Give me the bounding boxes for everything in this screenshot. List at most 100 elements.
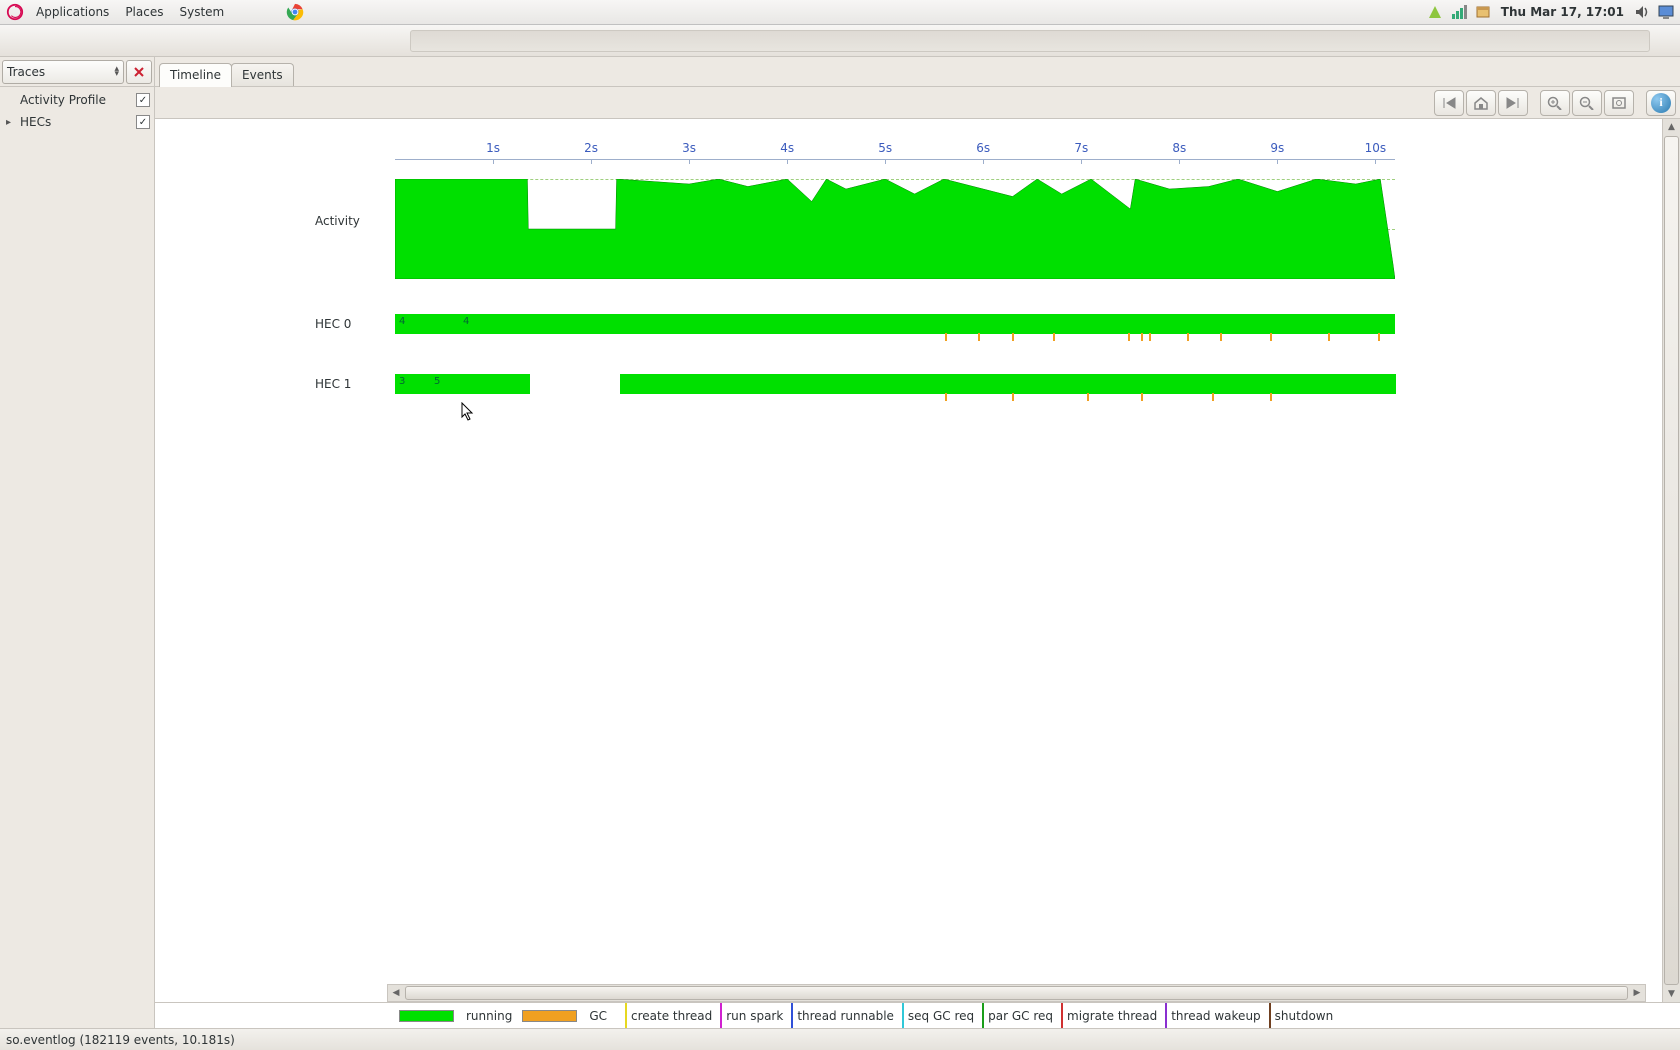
row-label-activity: Activity [315, 214, 360, 228]
time-tick-label: 10s [1365, 141, 1387, 155]
tree-row-activity-profile[interactable]: Activity Profile ✓ [0, 89, 154, 111]
zoom-in-icon [1547, 96, 1563, 110]
checkbox-activity[interactable]: ✓ [136, 93, 150, 107]
trace-tree: Activity Profile ✓ ▸ HECs ✓ [0, 87, 154, 1028]
time-tick-mark [885, 159, 886, 164]
nav-home-button[interactable] [1466, 90, 1496, 116]
hscroll-thumb[interactable] [405, 986, 1628, 1000]
info-button[interactable]: i [1646, 90, 1676, 116]
mouse-cursor-icon [461, 402, 475, 425]
timeline-canvas[interactable]: Activity HEC 0 HEC 1 1s2s3s4s5s6s7s8s9s1… [155, 119, 1662, 1002]
zoom-fit-icon [1611, 96, 1627, 110]
vscroll-down-icon[interactable]: ▼ [1663, 986, 1680, 1002]
gc-tick [1270, 393, 1272, 401]
vscroll-up-icon[interactable]: ▲ [1663, 119, 1680, 135]
gc-tick [1087, 393, 1089, 401]
debian-logo-icon[interactable] [6, 3, 24, 21]
legend-item-label: seq GC req [908, 1009, 974, 1023]
tray-volume-icon[interactable] [1634, 4, 1650, 20]
zoom-fit-button[interactable] [1604, 90, 1634, 116]
nav-last-button[interactable] [1498, 90, 1528, 116]
legend: running GC create threadrun sparkthread … [155, 1002, 1680, 1028]
hscrollbar[interactable]: ◀ ▶ [387, 984, 1646, 1002]
time-tick-label: 7s [1074, 141, 1088, 155]
gnome-clock[interactable]: Thu Mar 17, 17:01 [1495, 5, 1630, 19]
legend-item-label: thread wakeup [1171, 1009, 1260, 1023]
tray-network-icon[interactable] [1451, 4, 1467, 20]
time-tick-mark [591, 159, 592, 164]
clear-button[interactable] [126, 60, 152, 84]
hec0-annot: 4 [463, 316, 469, 327]
main-panel: Timeline Events i Activity [155, 57, 1680, 1028]
time-tick-label: 5s [878, 141, 892, 155]
tray-torrent-icon[interactable] [1427, 4, 1443, 20]
tray-update-icon[interactable] [1475, 4, 1491, 20]
vscroll-thumb[interactable] [1664, 136, 1679, 985]
gc-tick [1270, 333, 1272, 341]
legend-swatch-running [399, 1010, 454, 1022]
legend-item-label: shutdown [1275, 1009, 1334, 1023]
legend-item: migrate thread [1061, 1003, 1165, 1028]
hec0-bar [395, 314, 1395, 334]
vscrollbar[interactable]: ▲ ▼ [1662, 119, 1680, 1002]
tray-monitor-icon[interactable] [1658, 4, 1674, 20]
sidebar: Traces ▴▾ Activity Profile ✓ ▸ HECs ✓ [0, 57, 155, 1028]
traces-combo[interactable]: Traces ▴▾ [2, 60, 124, 84]
legend-swatch-gc [522, 1010, 577, 1022]
checkbox-hecs[interactable]: ✓ [136, 115, 150, 129]
zoom-out-icon [1579, 96, 1595, 110]
gc-tick [1212, 393, 1214, 401]
time-tick-mark [1179, 159, 1180, 164]
legend-label-gc: GC [589, 1009, 625, 1023]
hec1-tail-mark [1393, 374, 1396, 394]
zoom-in-button[interactable] [1540, 90, 1570, 116]
expander-icon[interactable]: ▸ [6, 117, 16, 128]
gnome-menu-places[interactable]: Places [117, 0, 171, 24]
sidebar-controls: Traces ▴▾ [0, 57, 154, 87]
tree-label: HECs [16, 115, 136, 129]
hscroll-left-icon[interactable]: ◀ [388, 985, 404, 1001]
legend-item-label: migrate thread [1067, 1009, 1157, 1023]
toolbar-inset [410, 30, 1650, 52]
tab-timeline[interactable]: Timeline [159, 63, 232, 87]
legend-item-label: thread runnable [797, 1009, 894, 1023]
tab-events[interactable]: Events [231, 63, 294, 86]
legend-item: seq GC req [902, 1003, 982, 1028]
time-tick-label: 6s [976, 141, 990, 155]
tree-row-hecs[interactable]: ▸ HECs ✓ [0, 111, 154, 133]
hscroll-right-icon[interactable]: ▶ [1629, 985, 1645, 1001]
hec1-bar-seg2 [620, 374, 1395, 394]
gc-tick [1149, 333, 1151, 341]
gnome-menu-applications[interactable]: Applications [28, 0, 117, 24]
goto-last-icon [1505, 96, 1521, 110]
gc-tick [945, 393, 947, 401]
traces-combo-label: Traces [7, 65, 45, 79]
hec1-annot: 5 [434, 376, 440, 387]
legend-item-label: par GC req [988, 1009, 1053, 1023]
time-tick-mark [689, 159, 690, 164]
threadscope-window: Traces ▴▾ Activity Profile ✓ ▸ HECs ✓ [0, 25, 1680, 1050]
gc-tick [1053, 333, 1055, 341]
nav-first-button[interactable] [1434, 90, 1464, 116]
legend-item: thread runnable [791, 1003, 902, 1028]
tree-label: Activity Profile [16, 93, 136, 107]
gc-tick [978, 333, 980, 341]
gc-tick [1220, 333, 1222, 341]
chrome-launcher-icon[interactable] [286, 3, 304, 21]
statusbar: so.eventlog (182119 events, 10.181s) [0, 1028, 1680, 1050]
home-icon [1473, 96, 1489, 110]
legend-item: shutdown [1269, 1003, 1342, 1028]
activity-chart [395, 179, 1395, 279]
time-tick-mark [1277, 159, 1278, 164]
legend-item-label: run spark [726, 1009, 783, 1023]
gc-tick [945, 333, 947, 341]
legend-gc [522, 1003, 589, 1028]
status-text: so.eventlog (182119 events, 10.181s) [6, 1033, 235, 1047]
hec0-annot: 4 [399, 316, 405, 327]
gc-tick [1328, 333, 1330, 341]
time-axis [395, 159, 1395, 160]
zoom-out-button[interactable] [1572, 90, 1602, 116]
timeline-viewport: Activity HEC 0 HEC 1 1s2s3s4s5s6s7s8s9s1… [155, 119, 1680, 1002]
gnome-menu-system[interactable]: System [171, 0, 232, 24]
clear-icon [132, 65, 146, 79]
